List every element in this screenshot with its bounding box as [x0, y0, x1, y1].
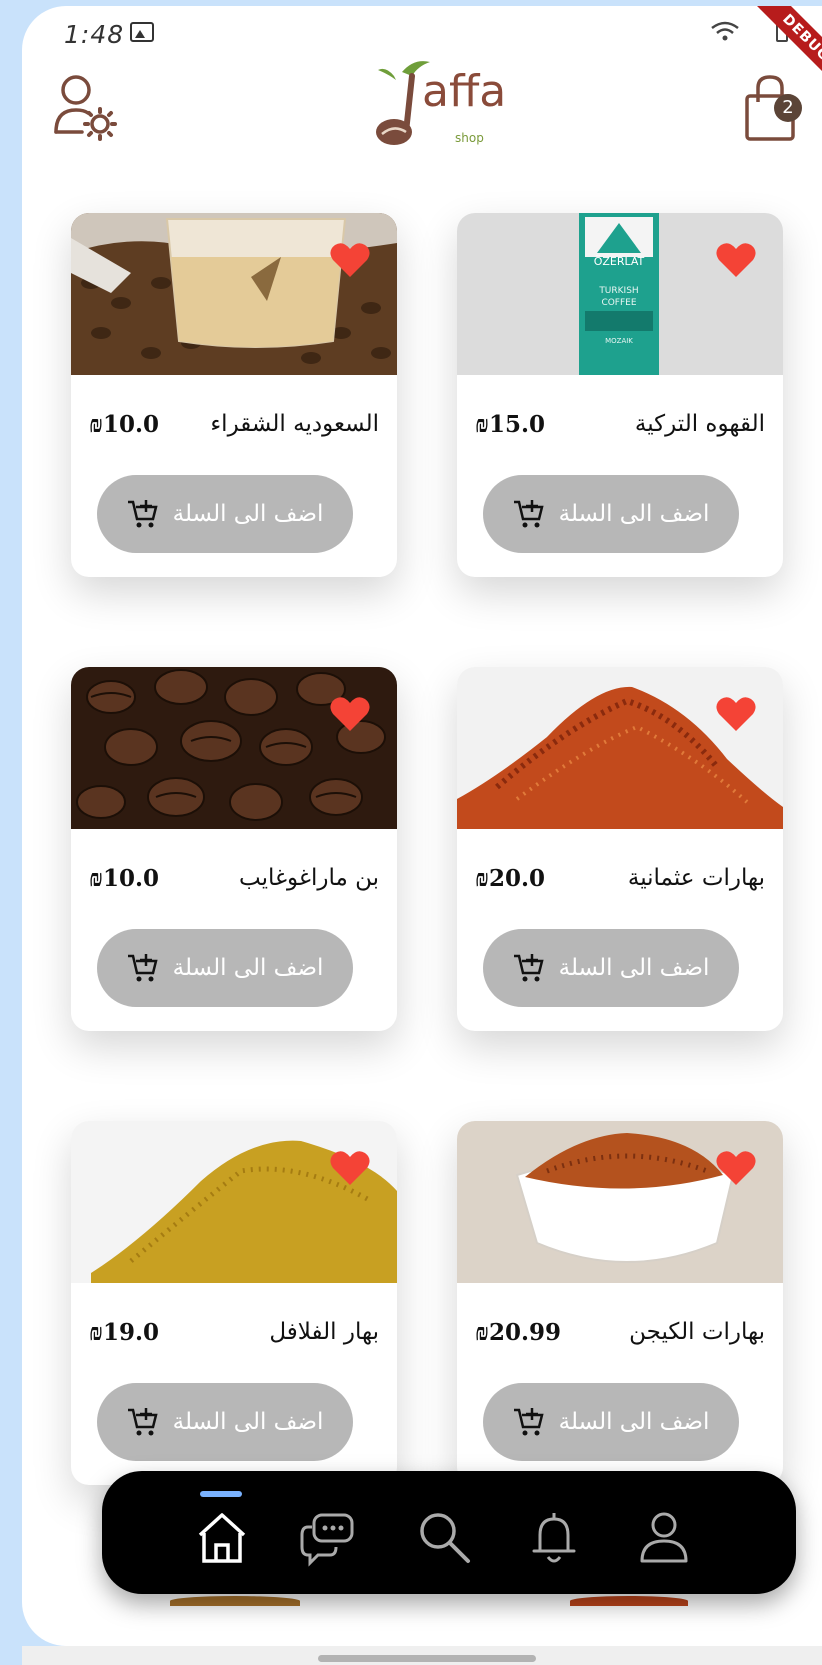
product-price: ₪10.0 [89, 411, 160, 438]
next-product-peek [170, 1596, 300, 1606]
product-card[interactable]: بهار الفلافل ₪19.0 اضف الى السلة [71, 1121, 397, 1485]
add-cart-icon [127, 500, 158, 528]
favorite-heart-icon[interactable] [329, 1149, 371, 1187]
add-to-cart-button[interactable]: اضف الى السلة [483, 929, 739, 1007]
product-name: القهوه التركية [634, 411, 765, 437]
product-card[interactable]: بهارات عثمانية ₪20.0 اضف الى السلة [457, 667, 783, 1031]
product-card[interactable]: بهارات الكيجن ₪20.99 اضف الى السلة [457, 1121, 783, 1485]
product-name: بهارات الكيجن [629, 1319, 765, 1345]
product-price: ₪20.99 [475, 1319, 562, 1346]
gallery-notification-icon [130, 22, 154, 42]
next-product-peek [570, 1596, 688, 1606]
product-price: ₪10.0 [89, 865, 160, 892]
wifi-icon [711, 21, 739, 41]
add-to-cart-label: اضف الى السلة [558, 1409, 710, 1435]
product-name: بهارات عثمانية [627, 865, 765, 891]
user-settings-icon[interactable] [50, 70, 120, 142]
add-cart-icon [513, 954, 544, 982]
product-price: ₪19.0 [89, 1319, 160, 1346]
add-cart-icon [513, 500, 544, 528]
product-image [71, 667, 397, 829]
package-brand: ÖZERLAT [594, 255, 645, 268]
add-to-cart-button[interactable]: اضف الى السلة [97, 1383, 353, 1461]
product-image [457, 667, 783, 829]
product-image [457, 1121, 783, 1283]
active-tab-indicator [200, 1491, 242, 1497]
product-card[interactable]: بن ماراغوغايب ₪10.0 اضف الى السلة [71, 667, 397, 1031]
add-to-cart-button[interactable]: اضف الى السلة [483, 1383, 739, 1461]
product-price: ₪15.0 [475, 411, 546, 438]
add-cart-icon [127, 954, 158, 982]
chat-icon[interactable] [298, 1507, 358, 1567]
add-cart-icon [127, 1408, 158, 1436]
package-line2: COFFEE [601, 298, 636, 308]
product-image [71, 213, 397, 375]
add-cart-icon [513, 1408, 544, 1436]
product-card[interactable]: ÖZERLAT TURKISH COFFEE MOZAIK القهوه الت… [457, 213, 783, 577]
product-name: السعوديه الشقراء [210, 411, 379, 437]
product-card[interactable]: السعوديه الشقراء ₪10.0 اضف الى السلة [71, 213, 397, 577]
search-icon[interactable] [414, 1507, 474, 1567]
home-icon[interactable] [192, 1507, 252, 1567]
bottom-navigation [102, 1471, 796, 1594]
package-line3: MOZAIK [605, 337, 633, 345]
favorite-heart-icon[interactable] [715, 1149, 757, 1187]
favorite-heart-icon[interactable] [329, 241, 371, 279]
status-time: 1:48 [64, 20, 125, 49]
favorite-heart-icon[interactable] [329, 695, 371, 733]
product-name: بهار الفلافل [269, 1319, 379, 1345]
add-to-cart-button[interactable]: اضف الى السلة [483, 475, 739, 553]
product-price: ₪20.0 [475, 865, 546, 892]
product-image [71, 1121, 397, 1283]
home-indicator[interactable] [318, 1655, 536, 1662]
product-name: بن ماراغوغايب [239, 865, 379, 891]
add-to-cart-button[interactable]: اضف الى السلة [97, 475, 353, 553]
brand-subtitle: shop [455, 131, 484, 145]
product-image: ÖZERLAT TURKISH COFFEE MOZAIK [457, 213, 783, 375]
add-to-cart-label: اضف الى السلة [172, 955, 324, 981]
package-line1: TURKISH [598, 286, 638, 296]
cart-count-badge: 2 [774, 94, 802, 122]
add-to-cart-label: اضف الى السلة [172, 501, 324, 527]
add-to-cart-button[interactable]: اضف الى السلة [97, 929, 353, 1007]
add-to-cart-label: اضف الى السلة [558, 501, 710, 527]
user-icon[interactable] [634, 1507, 694, 1567]
app-screen: 1:48 DEBUG affa shop 2 السعوديه الشقراء … [22, 6, 822, 1646]
bell-icon[interactable] [524, 1507, 584, 1567]
brand-name: affa [422, 66, 507, 117]
favorite-heart-icon[interactable] [715, 695, 757, 733]
favorite-heart-icon[interactable] [715, 241, 757, 279]
add-to-cart-label: اضف الى السلة [172, 1409, 324, 1435]
add-to-cart-label: اضف الى السلة [558, 955, 710, 981]
